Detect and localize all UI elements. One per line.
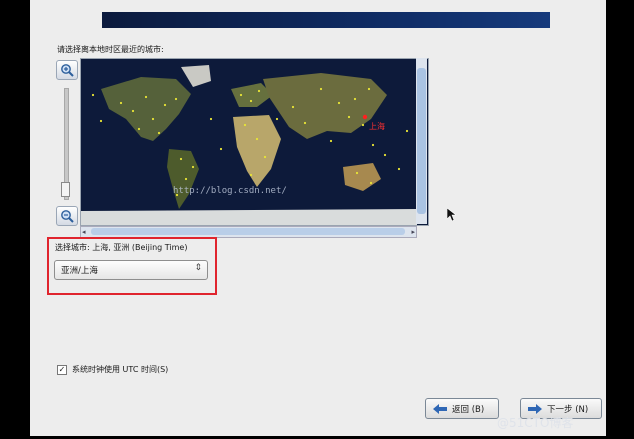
map-horizontal-scroll-thumb[interactable] — [91, 228, 405, 235]
header-banner — [102, 12, 550, 28]
back-button[interactable]: 返回 (B) — [425, 398, 499, 419]
arrow-right-icon — [528, 403, 542, 414]
back-button-label: 返回 (B) — [452, 404, 485, 415]
zoom-slider-thumb[interactable] — [61, 182, 70, 197]
scroll-left-icon[interactable]: ◂ — [82, 227, 86, 237]
map-watermark: http://blog.csdn.net/ — [173, 186, 287, 196]
next-button-label: 下一步 (N) — [547, 404, 589, 415]
zoom-out-button[interactable] — [56, 206, 78, 226]
updown-chevron-icon: ⇕ — [194, 263, 202, 273]
mouse-pointer-icon — [447, 208, 456, 222]
map-vertical-scrollbar[interactable] — [416, 58, 427, 224]
utc-checkbox-label[interactable]: 系统时钟使用 UTC 时间(S) — [72, 364, 168, 375]
zoom-out-icon — [61, 210, 74, 223]
utc-checkbox[interactable]: ✓ — [57, 364, 67, 375]
world-map[interactable]: 上海 http://blog.csdn.net/ — [80, 58, 429, 226]
installer-panel: 请选择离本地时区最近的城市: 上海 http://blog.csdn.net/ … — [30, 0, 606, 436]
map-vertical-scroll-thumb[interactable] — [417, 68, 426, 214]
selected-city-text: 选择城市: 上海, 亚洲 (Beijing Time) — [55, 243, 188, 252]
zoom-controls — [56, 60, 80, 228]
utc-option[interactable]: ✓ 系统时钟使用 UTC 时间(S) — [57, 364, 168, 375]
scroll-right-icon[interactable]: ▸ — [411, 227, 415, 237]
arrow-left-icon — [433, 403, 447, 414]
zoom-in-button[interactable] — [56, 60, 78, 80]
selected-city-label: 上海 — [369, 121, 385, 131]
timezone-combobox[interactable]: 亚洲/上海 ⇕ — [54, 260, 208, 280]
world-map-image: 上海 http://blog.csdn.net/ — [81, 59, 417, 225]
timezone-prompt: 请选择离本地时区最近的城市: — [57, 45, 164, 54]
corner-watermark: @51CTO博客 — [497, 416, 574, 430]
selected-city-marker — [362, 114, 368, 120]
continent-antarctica — [81, 209, 417, 225]
timezone-combobox-value: 亚洲/上海 — [61, 266, 98, 276]
zoom-in-icon — [61, 64, 74, 77]
